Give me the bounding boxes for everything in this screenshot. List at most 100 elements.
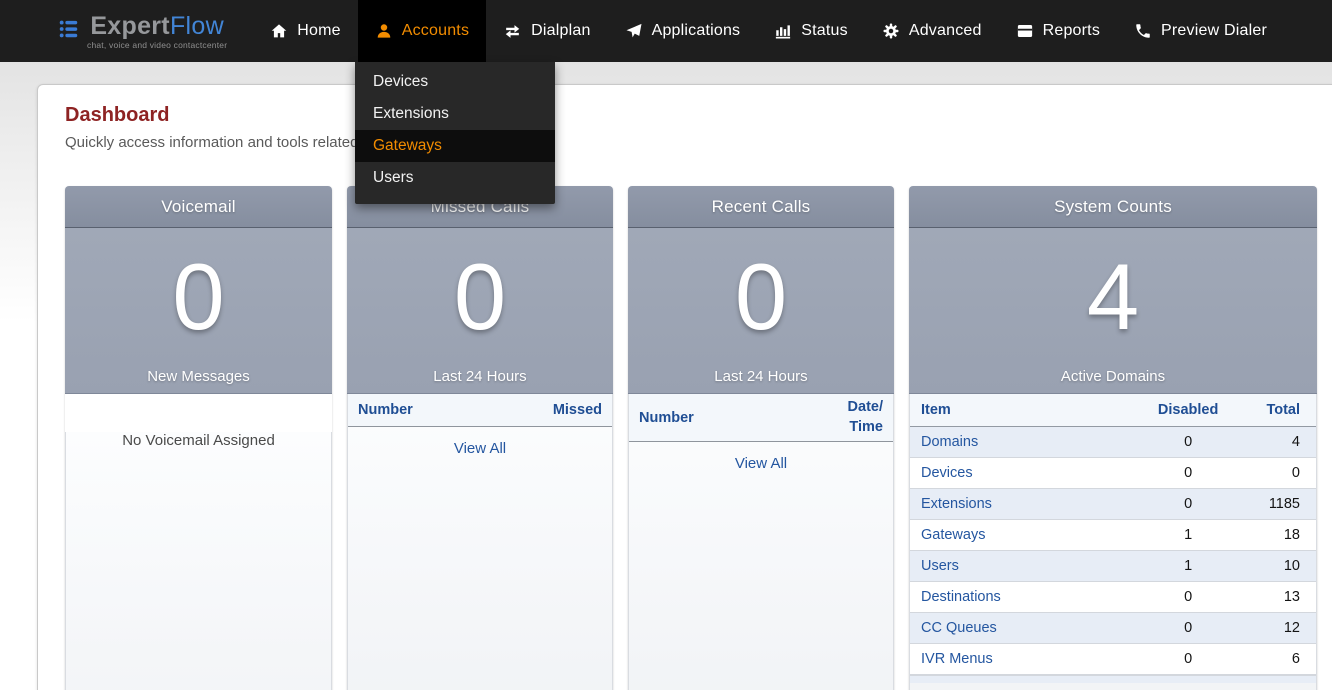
- home-icon: [270, 22, 288, 40]
- recent-calls-view-all-link[interactable]: View All: [629, 455, 893, 472]
- system-counts-content: Item Disabled Total Domains 0 4 Devices 0 0 Ex…: [909, 394, 1317, 690]
- disabled-count: 0: [1133, 426, 1243, 458]
- recent-calls-panel-title: Recent Calls: [628, 186, 894, 228]
- total-count: 1185: [1242, 488, 1316, 520]
- bar-chart-icon: [774, 22, 792, 40]
- item-link[interactable]: CC Queues: [910, 612, 1134, 644]
- voicemail-content: No Voicemail Assigned: [65, 432, 332, 690]
- voicemail-panel: Voicemail 0 New Messages No Voicemail As…: [65, 186, 332, 690]
- total-count: 0: [1242, 457, 1316, 489]
- brand-list-icon: [58, 18, 80, 45]
- voicemail-caption: New Messages: [147, 368, 250, 385]
- disabled-count: 1: [1133, 550, 1243, 582]
- table-row: IVR Menus 0 6: [910, 643, 1316, 675]
- total-count: 12: [1242, 612, 1316, 644]
- table-row: Destinations 0 13: [910, 581, 1316, 613]
- missed-calls-count: 0: [453, 243, 507, 349]
- table-row: CC Queues 0 12: [910, 612, 1316, 644]
- voicemail-stat: 0 New Messages: [65, 228, 332, 394]
- nav-item-preview-dialer[interactable]: Preview Dialer: [1117, 0, 1284, 62]
- missed-calls-view-all-link[interactable]: View All: [348, 440, 612, 457]
- recent-calls-stat: 0 Last 24 Hours: [628, 228, 894, 394]
- table-row: Devices 0 0: [910, 457, 1316, 489]
- item-link[interactable]: Gateways: [910, 519, 1134, 551]
- exchange-icon: [503, 22, 522, 41]
- total-count: 18: [1242, 519, 1316, 551]
- item-link[interactable]: Destinations: [910, 581, 1134, 613]
- nav-item-reports[interactable]: Reports: [999, 0, 1117, 62]
- system-counts-stat: 4 Active Domains: [909, 228, 1317, 394]
- disabled-count: 0: [1133, 457, 1243, 489]
- menu-item-extensions[interactable]: Extensions: [355, 98, 555, 130]
- missed-calls-table-header: Number Missed: [348, 394, 612, 427]
- table-row: Extensions 0 1185: [910, 488, 1316, 520]
- disabled-count: 0: [1133, 581, 1243, 613]
- phone-icon: [1134, 22, 1152, 40]
- nav-item-applications[interactable]: Applications: [608, 0, 758, 62]
- disabled-count: 0: [1133, 488, 1243, 520]
- column-header-missed: Missed: [552, 402, 602, 418]
- missed-calls-panel: Missed Calls 0 Last 24 Hours Number Miss…: [347, 186, 613, 690]
- nav-item-dialplan[interactable]: Dialplan: [486, 0, 607, 62]
- brand-tagline: chat, voice and video contactcenter: [87, 39, 228, 50]
- gear-icon: [882, 22, 900, 40]
- item-link[interactable]: Users: [910, 550, 1134, 582]
- nav-item-advanced[interactable]: Advanced: [865, 0, 999, 62]
- column-header-disabled: Disabled: [1133, 394, 1243, 427]
- item-link[interactable]: Domains: [910, 426, 1134, 458]
- total-count: 6: [1242, 643, 1316, 675]
- nav-item-home[interactable]: Home: [253, 0, 357, 62]
- recent-calls-table-header: Number Date/ Time: [629, 394, 893, 442]
- table-row: Gateways 1 18: [910, 519, 1316, 551]
- total-count: 13: [1242, 581, 1316, 613]
- voicemail-empty-text: No Voicemail Assigned: [122, 432, 275, 449]
- recent-calls-content: Number Date/ Time View All: [628, 394, 894, 690]
- paper-plane-icon: [625, 22, 643, 40]
- system-counts-panel-title: System Counts: [909, 186, 1317, 228]
- menu-item-users[interactable]: Users: [355, 162, 555, 194]
- table-row: Users 1 10: [910, 550, 1316, 582]
- voicemail-panel-title: Voicemail: [65, 186, 332, 228]
- column-header-total: Total: [1242, 394, 1316, 427]
- active-domains-count: 4: [1086, 243, 1140, 349]
- accounts-dropdown-menu: Devices Extensions Gateways Users: [355, 62, 555, 204]
- column-header-datetime: Date/ Time: [847, 398, 883, 435]
- missed-calls-caption: Last 24 Hours: [433, 368, 527, 385]
- user-icon: [375, 22, 393, 40]
- page-subtitle: Quickly access information and tools rel…: [65, 134, 359, 151]
- recent-calls-caption: Last 24 Hours: [714, 368, 808, 385]
- next-row-partial: [910, 674, 1316, 683]
- disabled-count: 0: [1133, 612, 1243, 644]
- table-row: Domains 0 4: [910, 426, 1316, 458]
- missed-calls-content: Number Missed View All: [347, 394, 613, 690]
- item-link[interactable]: IVR Menus: [910, 643, 1134, 675]
- system-counts-table: Item Disabled Total Domains 0 4 Devices 0 0 Ex…: [910, 394, 1316, 675]
- system-counts-caption: Active Domains: [1060, 368, 1166, 385]
- column-header-item: Item: [910, 394, 1134, 427]
- menu-item-devices[interactable]: Devices: [355, 66, 555, 98]
- table-header-row: Item Disabled Total: [910, 394, 1316, 427]
- disabled-count: 1: [1133, 519, 1243, 551]
- system-counts-tbody: Domains 0 4 Devices 0 0 Extensions 0 1185 Gateway…: [910, 426, 1316, 675]
- system-counts-panel: System Counts 4 Active Domains Item Disa…: [909, 186, 1317, 690]
- top-nav: ExpertFlow chat, voice and video contact…: [0, 0, 1332, 62]
- nav-items: Home Accounts Dialplan Applications Stat…: [253, 0, 1284, 62]
- nav-item-status[interactable]: Status: [757, 0, 865, 62]
- column-header-number: Number: [358, 402, 413, 418]
- disabled-count: 0: [1133, 643, 1243, 675]
- nav-item-accounts[interactable]: Accounts: [357, 0, 487, 62]
- total-count: 10: [1242, 550, 1316, 582]
- brand-logo[interactable]: ExpertFlow chat, voice and video contact…: [58, 13, 227, 50]
- voicemail-count: 0: [172, 243, 225, 349]
- menu-item-gateways[interactable]: Gateways: [355, 130, 555, 162]
- item-link[interactable]: Extensions: [910, 488, 1134, 520]
- page-title: Dashboard: [65, 104, 170, 126]
- recent-calls-panel: Recent Calls 0 Last 24 Hours Number Date…: [628, 186, 894, 690]
- total-count: 4: [1242, 426, 1316, 458]
- column-header-number: Number: [639, 409, 694, 426]
- recent-calls-count: 0: [734, 243, 788, 349]
- reports-box-icon: [1016, 22, 1034, 40]
- brand-name: ExpertFlow: [90, 11, 224, 40]
- item-link[interactable]: Devices: [910, 457, 1134, 489]
- dashboard-card: Dashboard Quickly access information and…: [37, 84, 1332, 690]
